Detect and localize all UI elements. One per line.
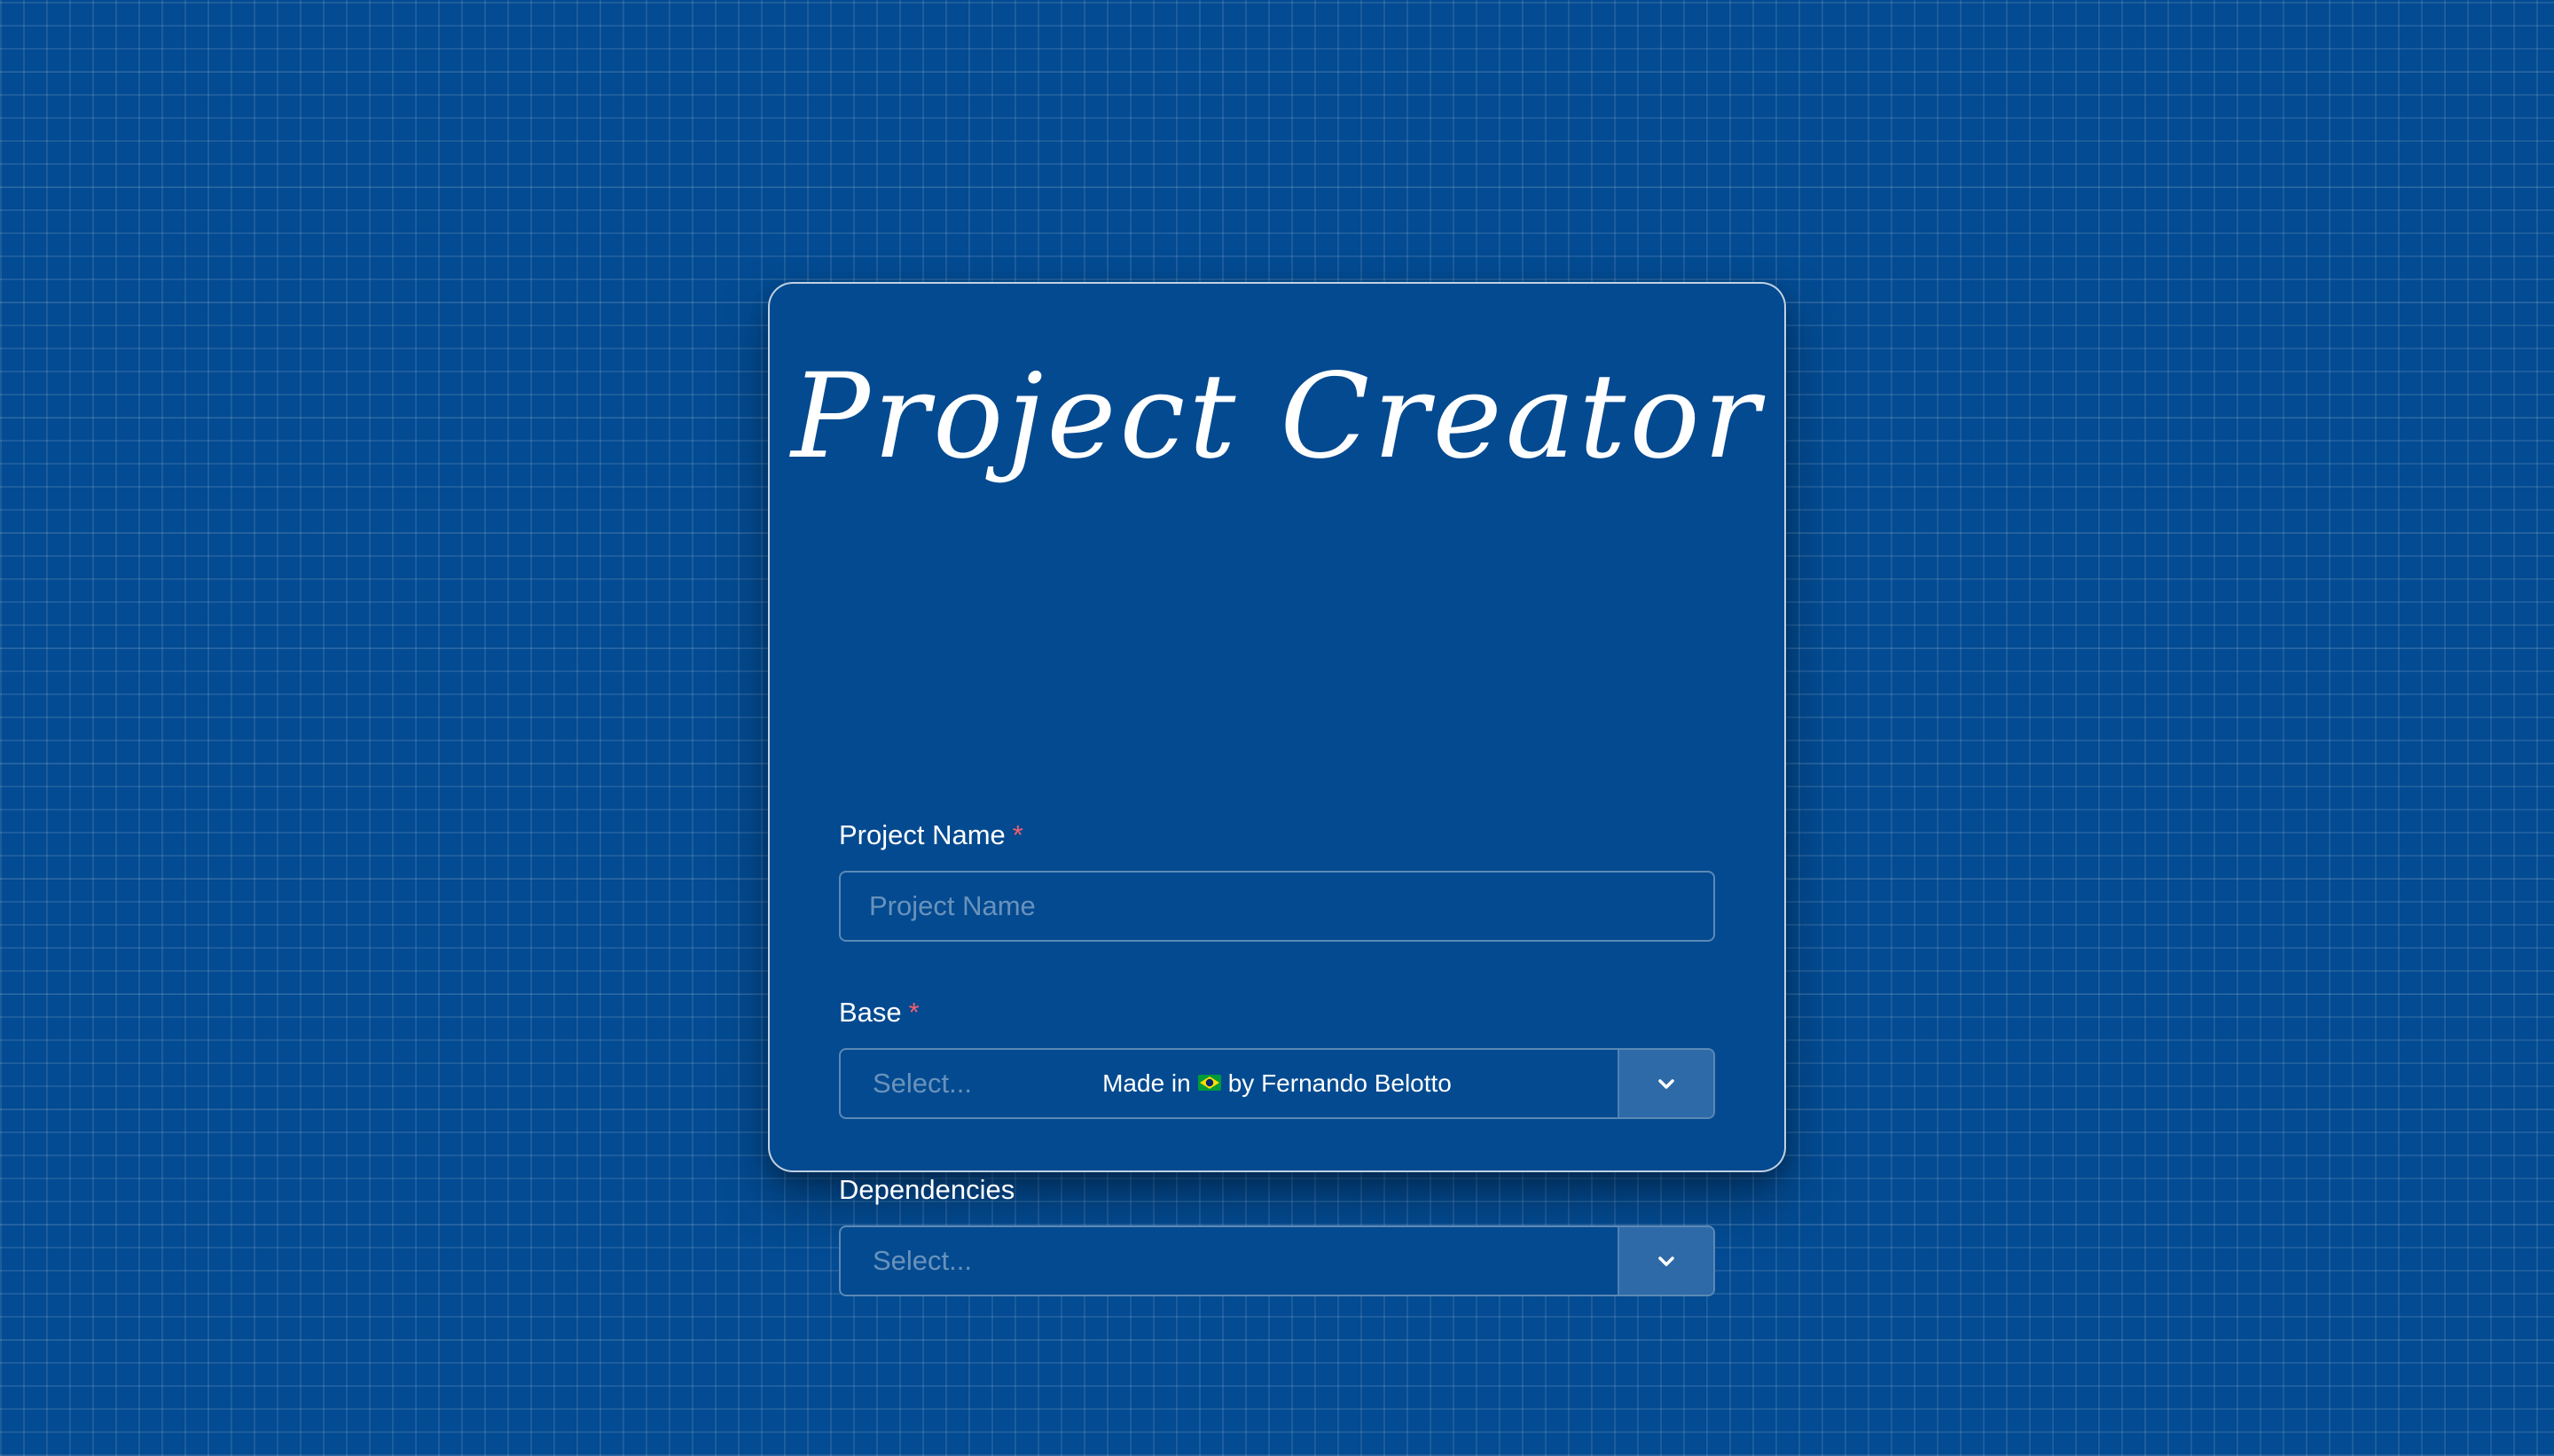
brazil-flag-icon <box>1197 1065 1221 1100</box>
project-name-label-text: Project Name <box>839 819 1006 850</box>
page-title: Project Creator <box>791 348 1763 485</box>
chevron-down-icon <box>1658 1256 1674 1266</box>
dependencies-select[interactable]: Select... <box>839 1225 1715 1296</box>
footer-prefix: Made in <box>1102 1069 1191 1097</box>
dependencies-label: Dependencies <box>839 1172 1015 1208</box>
dependencies-dropdown-button[interactable] <box>1618 1227 1713 1295</box>
footer-credit: Made in by Fernando Belotto <box>770 1066 1784 1103</box>
dependencies-select-placeholder: Select... <box>873 1245 972 1276</box>
project-name-label: Project Name * <box>839 818 1023 853</box>
footer-suffix: by Fernando Belotto <box>1227 1069 1452 1097</box>
project-name-input[interactable] <box>839 871 1715 942</box>
base-label: Base * <box>839 995 920 1030</box>
required-mark: * <box>908 997 920 1028</box>
base-label-text: Base <box>839 997 902 1028</box>
required-mark: * <box>1012 819 1023 850</box>
project-creator-card: Project Creator Project Name* Base* Sele… <box>768 282 1786 1296</box>
dependencies-label-text: Dependencies <box>839 1174 1015 1205</box>
